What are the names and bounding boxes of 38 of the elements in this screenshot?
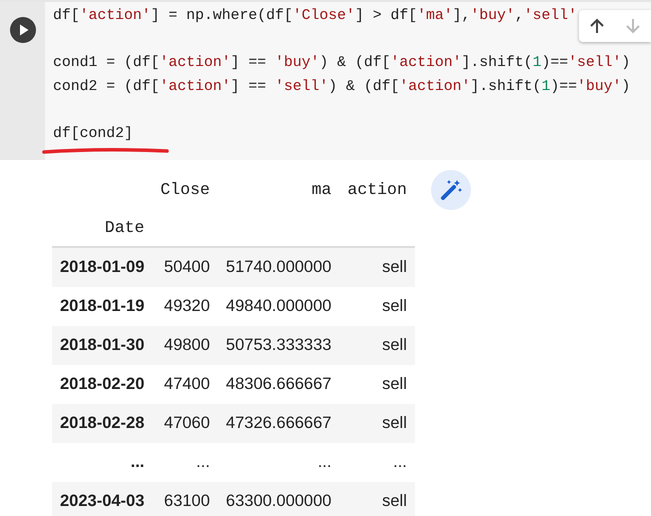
code-line: df['action'] = np.where(df['Close'] > df['ma'],'buy','sell' (53, 7, 577, 26)
row-index: 2018-01-19 (52, 287, 152, 326)
column-header: Close (159, 178, 211, 200)
table-cell: 51740.000000 (218, 247, 340, 287)
table-cell: 47326.666667 (218, 404, 340, 443)
code-line: cond2 = (df['action'] == 'sell') & (df['action'].shift(1)=='buy') (53, 78, 630, 97)
table-cell: ... (218, 443, 340, 482)
table-cell: 49840.000000 (218, 287, 340, 326)
table-cell: 63100 (152, 482, 218, 516)
row-index: 2018-01-09 (52, 247, 152, 287)
row-index: 2018-02-20 (52, 365, 152, 404)
table-cell: ... (152, 443, 218, 482)
table-cell: 50753.333333 (218, 326, 340, 365)
row-index: ... (52, 443, 152, 482)
table-cell: sell (339, 287, 415, 326)
table-cell: 47060 (152, 404, 218, 443)
table-cell: 63300.000000 (218, 482, 340, 516)
column-header: action (346, 178, 408, 200)
table-cell: sell (339, 482, 415, 516)
table-cell: sell (339, 247, 415, 287)
table-cell: sell (339, 404, 415, 443)
column-header: ma (310, 178, 332, 200)
table-cell: 49320 (152, 287, 218, 326)
table-cell: sell (339, 326, 415, 365)
code-line: cond1 = (df['action'] == 'buy') & (df['action'].shift(1)=='sell') (53, 54, 630, 73)
row-index: 2023-04-03 (52, 482, 152, 516)
row-index: 2018-01-30 (52, 326, 152, 365)
table-cell: 47400 (152, 365, 218, 404)
index-header: Date (52, 208, 152, 247)
code-line: df[cond2] (53, 125, 133, 144)
row-index: 2018-02-28 (52, 404, 152, 443)
table-cell: 50400 (152, 247, 218, 287)
table-cell: ... (339, 443, 415, 482)
magic-wand-button[interactable] (430, 170, 471, 210)
table-cell: sell (339, 365, 415, 404)
run-icon[interactable] (8, 16, 36, 44)
table-cell: 48306.666667 (218, 365, 340, 404)
table-cell: 49800 (152, 326, 218, 365)
